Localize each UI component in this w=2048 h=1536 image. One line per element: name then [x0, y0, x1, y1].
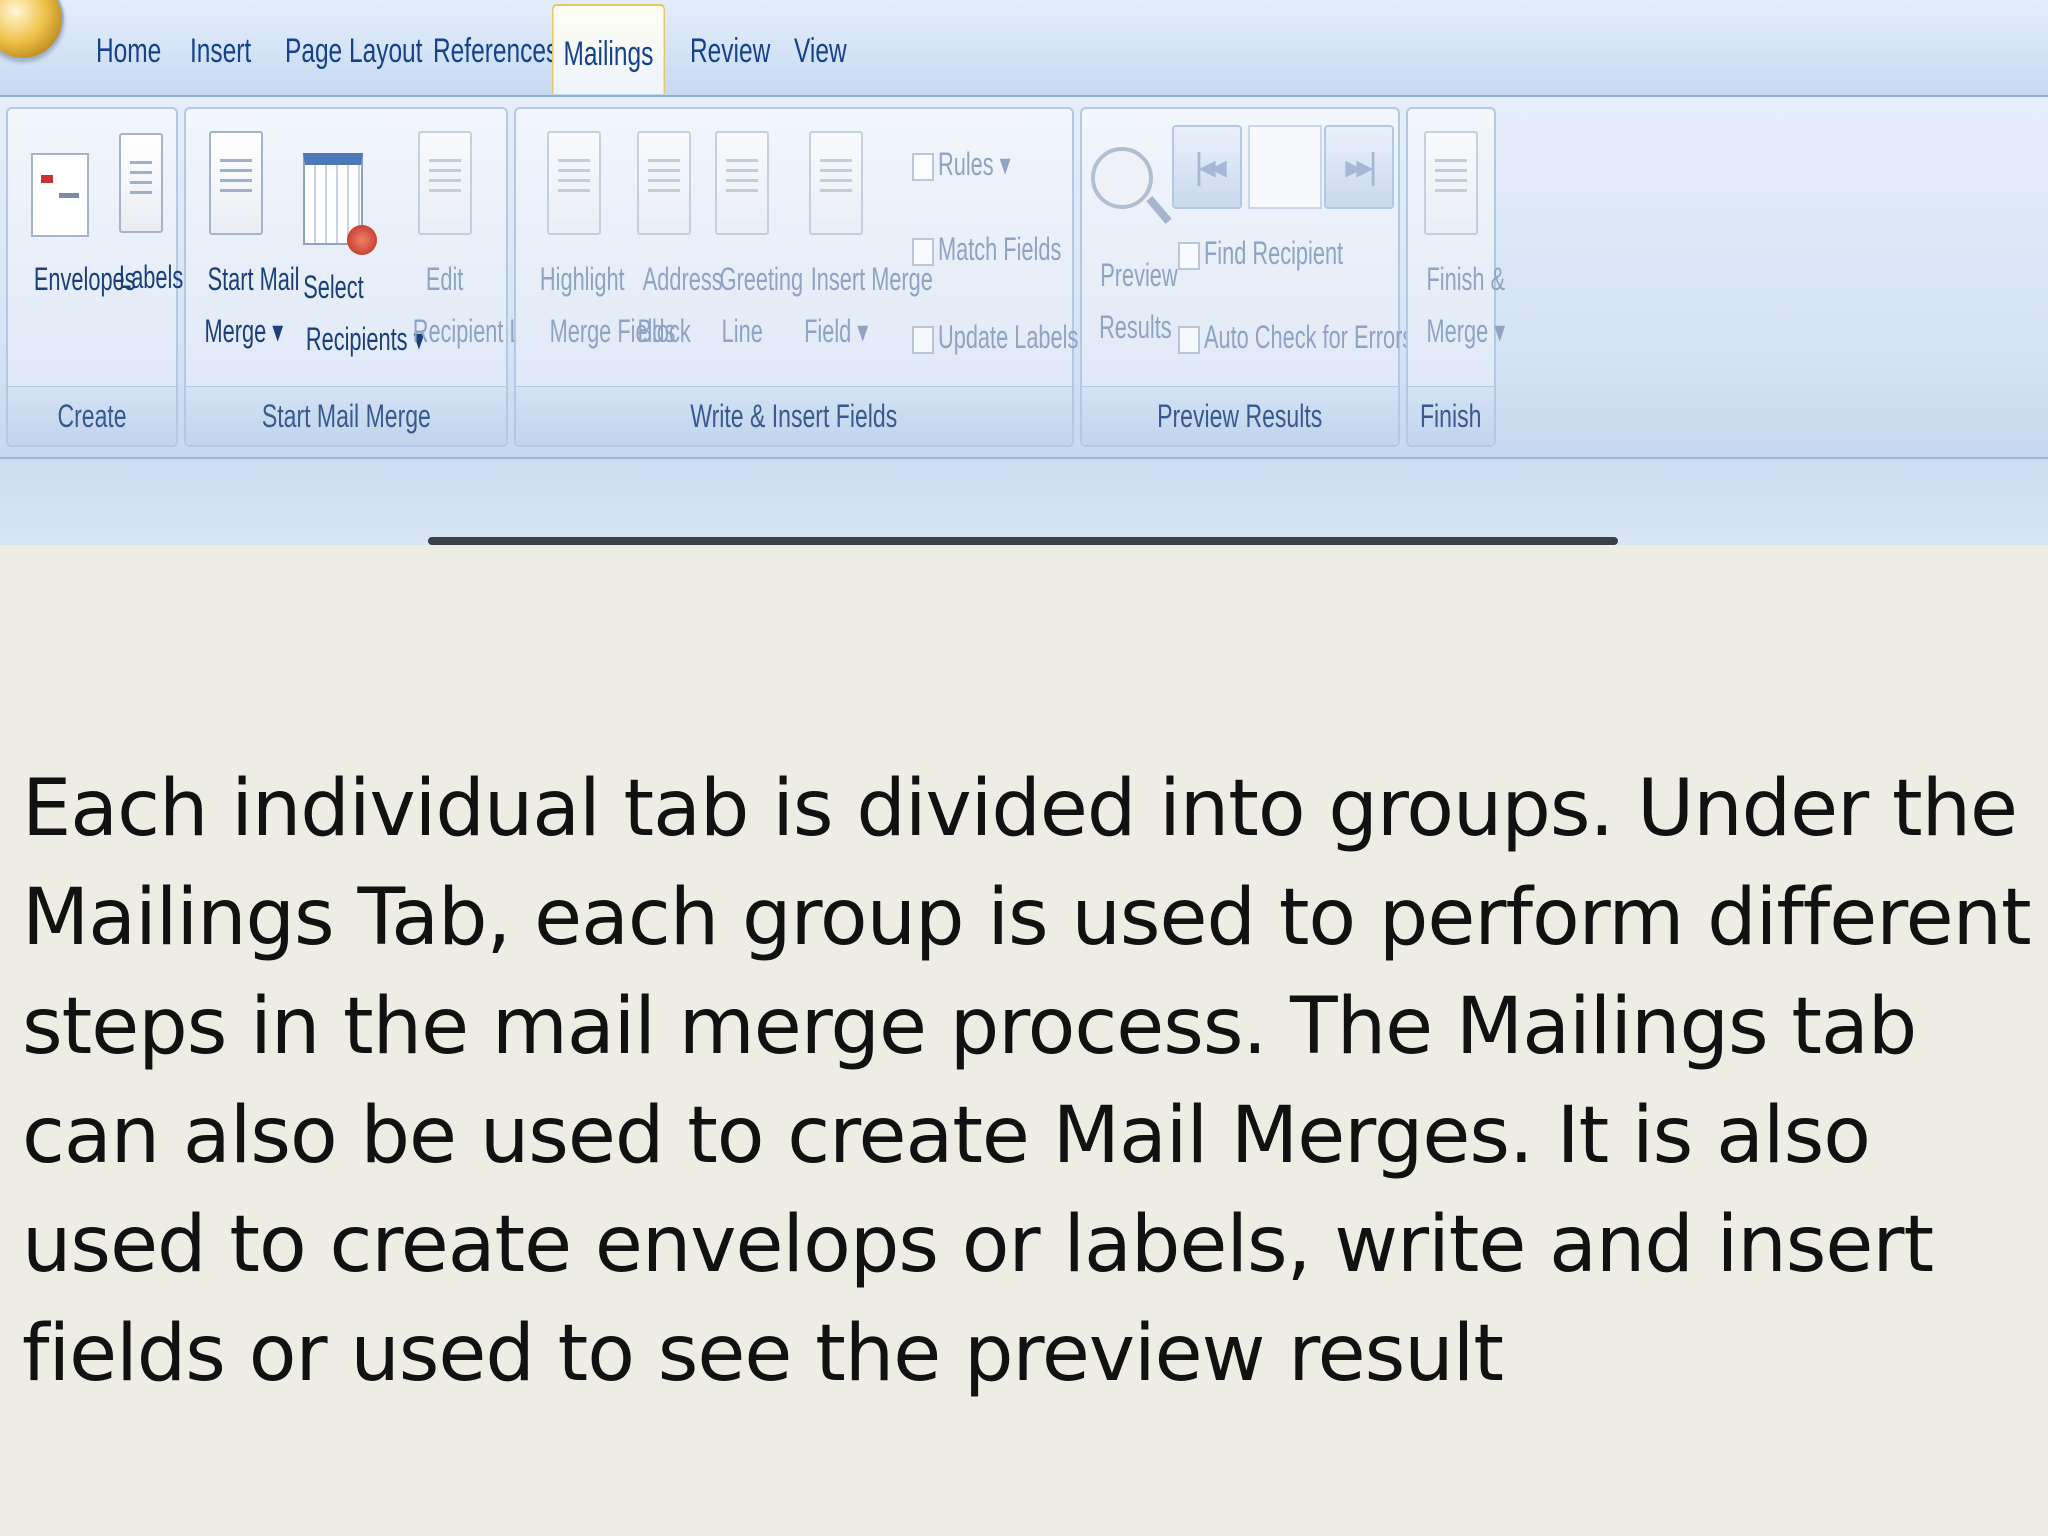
edit-recipient-list-icon — [418, 131, 472, 235]
labels-icon — [119, 133, 163, 233]
select-recipients-button[interactable]: Select Recipients ▾ — [278, 123, 424, 365]
address-block-button[interactable]: Address Block — [624, 123, 723, 357]
group-label-start-mail-merge: Start Mail Merge — [186, 386, 506, 445]
tab-home[interactable]: Home — [96, 18, 161, 84]
ribbon-body: Envelopes Labels Create Start Mail Merge… — [0, 97, 2048, 459]
description-paragraph: Each individual tab is divided into grou… — [22, 764, 2032, 1399]
insert-merge-field-icon — [809, 131, 863, 235]
match-fields-icon — [912, 237, 934, 266]
magnifier-icon — [1091, 147, 1153, 209]
envelopes-button[interactable]: Envelopes — [10, 123, 136, 305]
group-write-insert-fields: Highlight Merge Fields Address Block Gre… — [514, 107, 1078, 447]
next-last-record-icon[interactable]: ▸▸| — [1324, 125, 1394, 209]
start-mail-merge-icon — [209, 131, 263, 235]
group-label-preview-results: Preview Results — [1082, 386, 1398, 445]
auto-check-icon — [1178, 325, 1200, 354]
find-recipient-icon — [1178, 241, 1200, 270]
group-preview-results: Preview Results |◂◂ ▸▸| Find Recipient A… — [1080, 107, 1413, 447]
group-finish: Finish & Merge ▾ Finish — [1406, 107, 1505, 447]
rules-icon — [912, 152, 934, 181]
address-block-icon — [637, 131, 691, 235]
find-recipient-button[interactable]: Find Recipient — [1178, 235, 1409, 272]
office-button-icon[interactable] — [0, 0, 64, 60]
first-record-icon[interactable]: |◂◂ — [1172, 125, 1242, 209]
tab-view[interactable]: View — [794, 18, 847, 84]
highlight-merge-fields-icon — [547, 131, 601, 235]
tab-page-layout[interactable]: Page Layout — [285, 18, 422, 84]
edit-recipient-list-button[interactable]: Edit Recipient List — [382, 123, 543, 357]
preview-results-button[interactable]: Preview Results — [1082, 123, 1178, 353]
ribbon-tab-bar: Home Insert Page Layout References Maili… — [0, 0, 2048, 97]
document-edge-line — [428, 537, 1618, 545]
group-create: Envelopes Labels Create — [6, 107, 183, 447]
insert-merge-field-button[interactable]: Insert Merge Field ▾ — [782, 123, 933, 357]
highlight-merge-fields-button[interactable]: Highlight Merge Fields — [520, 123, 675, 357]
finish-merge-button[interactable]: Finish & Merge ▾ — [1408, 123, 1505, 357]
tab-mailings[interactable]: Mailings — [552, 4, 665, 94]
greeting-line-icon — [715, 131, 769, 235]
tab-insert[interactable]: Insert — [190, 18, 251, 84]
record-number-input[interactable] — [1248, 125, 1322, 209]
rules-button[interactable]: Rules ▾ — [912, 145, 1045, 183]
group-label-write-insert-fields: Write & Insert Fields — [516, 386, 1072, 445]
finish-merge-icon — [1424, 131, 1478, 235]
start-mail-merge-button[interactable]: Start Mail Merge ▾ — [186, 123, 300, 357]
tab-review[interactable]: Review — [690, 18, 770, 84]
group-label-finish: Finish — [1408, 386, 1494, 445]
envelope-icon — [31, 153, 89, 237]
update-labels-icon — [912, 325, 934, 354]
tab-references[interactable]: References — [433, 18, 558, 84]
document-area-strip — [0, 459, 2048, 545]
group-start-mail-merge: Start Mail Merge ▾ Select Recipients ▾ E… — [184, 107, 543, 447]
select-recipients-icon — [303, 153, 377, 255]
group-label-create: Create — [8, 386, 176, 445]
labels-button[interactable]: Labels — [104, 123, 183, 303]
ribbon: Home Insert Page Layout References Maili… — [0, 0, 2048, 545]
greeting-line-button[interactable]: Greeting Line — [700, 123, 803, 357]
